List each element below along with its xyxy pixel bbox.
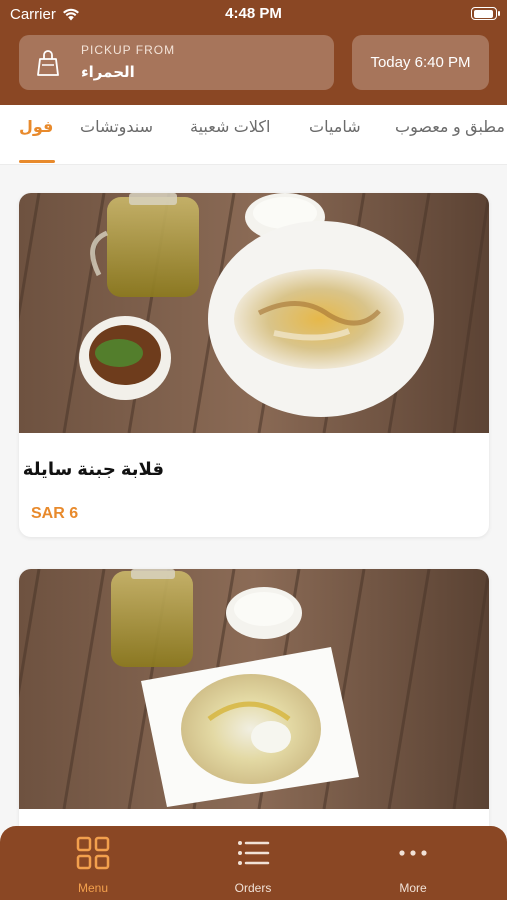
more-dots-icon [399,850,427,856]
tab-mutabbaq[interactable]: مطبق و معصوب [395,117,505,137]
menu-item-card[interactable] [19,569,489,869]
item-price: SAR 6 [31,505,79,522]
list-icon [238,841,270,865]
food-photo-icon [19,193,489,433]
nav-more-label: More [399,881,427,895]
nav-orders[interactable]: Orders [203,836,303,895]
grid-icon [76,836,110,870]
header: Carrier 4:48 PM PICKUP FROM الحمراء Toda… [0,0,507,105]
nav-more[interactable]: More [363,836,463,895]
tab-popular-dishes[interactable]: اكلات شعبية [190,117,270,137]
food-photo [19,569,489,809]
nav-menu-label: Menu [77,881,109,895]
nav-menu[interactable]: Menu [43,836,143,895]
status-bar: Carrier 4:48 PM [0,0,507,28]
status-time: 4:48 PM [225,5,282,22]
pickup-location: الحمراء [81,64,135,81]
item-title: قلابة جبنة سايلة [22,459,164,479]
bottom-navigation: Menu Orders More [0,826,507,900]
pickup-label: PICKUP FROM [81,43,176,57]
menu-item-card[interactable]: قلابة جبنة سايلة SAR 6 [19,193,489,537]
food-photo-icon [19,569,489,809]
pickup-location-selector[interactable]: PICKUP FROM الحمراء [19,35,334,90]
category-tabs: فول سندوتشات اكلات شعبية شاميات مطبق و م… [0,105,507,165]
tab-foul[interactable]: فول [19,117,53,137]
food-photo [19,193,489,433]
active-tab-indicator [19,160,55,163]
shopping-bag-icon [37,50,59,76]
nav-orders-label: Orders [234,881,272,895]
pickup-time: Today 6:40 PM [370,54,471,71]
tab-shamiyat[interactable]: شاميات [309,117,361,137]
battery-icon [471,7,500,20]
app-screen: Carrier 4:48 PM PICKUP FROM الحمراء Toda… [0,0,507,900]
pickup-time-selector[interactable]: Today 6:40 PM [352,35,489,90]
tab-sandwiches[interactable]: سندوتشات [80,117,153,137]
